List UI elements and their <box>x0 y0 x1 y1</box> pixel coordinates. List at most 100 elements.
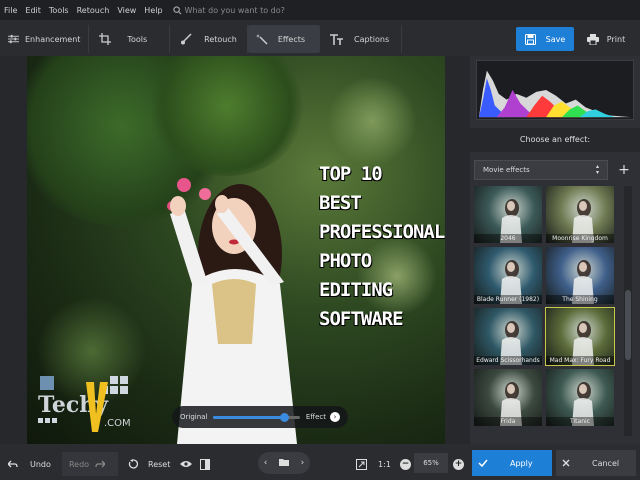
effects-grid: 2046 Moonrise Kingdom Blade Runner (1982) T… <box>474 186 615 426</box>
print-label: Print <box>606 34 626 44</box>
plus-icon: + <box>453 458 464 470</box>
tab-tools[interactable]: Tools <box>89 25 171 53</box>
tab-label: Enhancement <box>25 34 81 44</box>
tab-label: Captions <box>354 34 390 44</box>
tab-label: Effects <box>277 34 306 44</box>
text-icon <box>330 33 344 45</box>
effect-thumbnail[interactable]: Blade Runner (1982) <box>474 247 542 304</box>
zoom-level[interactable]: 65% <box>414 453 448 473</box>
tab-enhancement[interactable]: Enhancement <box>0 25 90 53</box>
zoom-in-button[interactable]: + <box>453 452 464 476</box>
apply-label: Apply <box>510 458 533 468</box>
dropdown-arrows-icon: ▴ ▾ <box>595 163 599 176</box>
effect-label: Blade Runner (1982) <box>474 295 542 304</box>
tab-captions[interactable]: Captions <box>320 25 403 53</box>
effect-thumbnail[interactable]: 2046 <box>474 186 542 243</box>
actual-size-button[interactable]: 1:1 <box>378 452 391 476</box>
image-navigation: ‹ › <box>258 452 310 474</box>
save-label: Save <box>545 34 566 44</box>
effect-thumbnail[interactable]: Frida <box>474 369 542 426</box>
menu-tools[interactable]: Tools <box>45 6 73 15</box>
menu-edit[interactable]: Edit <box>21 6 45 15</box>
effect-label: The Shining <box>546 295 614 304</box>
folder-icon[interactable] <box>279 458 289 469</box>
undo-icon <box>8 460 18 467</box>
effect-thumbnail[interactable]: Mad Max: Fury Road <box>545 307 615 366</box>
print-button[interactable]: Print <box>578 27 634 51</box>
magic-wand-icon <box>255 34 268 45</box>
canvas-area: TOP 10 BEST PROFESSIONAL PHOTO EDITING S… <box>0 56 470 444</box>
preview-eye-button[interactable] <box>180 452 198 476</box>
floppy-icon <box>524 33 536 45</box>
dropdown-value: Movie effects <box>483 166 530 174</box>
title-line: SOFTWARE <box>319 308 404 330</box>
logo-sub: .COM <box>104 418 131 429</box>
effects-scrollbar[interactable] <box>624 186 632 436</box>
plus-icon: + <box>618 162 630 178</box>
menu-help[interactable]: Help <box>140 6 166 15</box>
eye-icon <box>180 461 192 467</box>
tab-retouch[interactable]: Retouch <box>170 25 248 53</box>
fit-screen-button[interactable] <box>356 452 373 476</box>
tab-label: Retouch <box>204 34 237 44</box>
redo-button[interactable]: Redo <box>62 452 118 476</box>
effect-thumbnail[interactable]: Edward Scissorhands <box>474 308 542 365</box>
title-line: EDITING <box>319 279 393 301</box>
brush-icon <box>181 33 192 45</box>
effect-label: Moonrise Kingdom <box>546 234 614 243</box>
before-after-slider[interactable]: Original Effect › <box>172 406 348 428</box>
tab-effects[interactable]: Effects <box>247 25 321 53</box>
apply-button[interactable]: Apply <box>472 450 552 476</box>
compare-button[interactable] <box>200 452 216 476</box>
bokeh <box>327 76 417 166</box>
effect-thumbnail[interactable]: Moonrise Kingdom <box>546 186 614 243</box>
chevron-right-icon[interactable]: › <box>301 458 305 468</box>
save-button[interactable]: Save <box>516 27 574 51</box>
chevron-right-icon[interactable]: › <box>330 412 340 422</box>
tab-label: Tools <box>127 34 148 44</box>
histogram <box>476 60 634 120</box>
search-box[interactable]: What do you want to do? <box>172 5 285 15</box>
title-line: TOP 10 <box>319 163 383 185</box>
scrollbar-thumb[interactable] <box>625 290 631 360</box>
effect-category-dropdown[interactable]: Movie effects ▴ ▾ <box>474 160 608 180</box>
bottom-bar: Undo Redo Reset ‹ › 1:1 − 65% + Apply Ca… <box>0 446 640 480</box>
search-placeholder: What do you want to do? <box>184 5 285 15</box>
toolbar: Enhancement Tools Retouch Effects Captio… <box>0 22 640 56</box>
effect-thumbnail[interactable]: The Shining <box>546 247 614 304</box>
chevron-left-icon[interactable]: ‹ <box>264 458 268 468</box>
reset-label: Reset <box>148 459 171 469</box>
menu-file[interactable]: File <box>0 6 21 15</box>
slider-fill <box>213 415 285 419</box>
woman-figure <box>170 184 297 444</box>
slider-handle[interactable] <box>280 412 290 422</box>
add-effect-button[interactable]: + <box>614 160 634 180</box>
slider-track[interactable] <box>213 412 300 422</box>
close-icon <box>562 459 570 467</box>
title-line: PHOTO <box>319 250 372 272</box>
redo-label: Redo <box>68 459 90 469</box>
reset-button[interactable]: Reset <box>128 452 170 476</box>
menu-bar: File Edit Tools Retouch View Help What d… <box>0 0 640 20</box>
sliders-icon <box>8 34 19 44</box>
menu-retouch[interactable]: Retouch <box>73 6 114 15</box>
effects-panel: Choose an effect: Movie effects ▴ ▾ + 204… <box>470 56 640 444</box>
undo-button[interactable]: Undo <box>8 452 51 476</box>
redo-icon <box>95 460 106 467</box>
effect-thumbnail[interactable]: Titanic <box>546 369 614 426</box>
title-line: BEST <box>319 192 362 214</box>
effect-label: Frida <box>474 417 542 426</box>
reset-icon <box>128 459 138 469</box>
slider-original-label: Original <box>180 413 208 421</box>
photo-title-overlay: TOP 10 BEST PROFESSIONAL PHOTO EDITING S… <box>319 160 445 334</box>
effect-label: 2046 <box>474 234 542 243</box>
techy-logo: Techy .COM <box>38 376 131 432</box>
minus-icon: − <box>400 458 411 470</box>
slider-effect-label: Effect <box>305 413 326 421</box>
compare-icon <box>200 458 210 470</box>
menu-view[interactable]: View <box>113 6 140 15</box>
choose-effect-heading: Choose an effect: <box>470 128 640 152</box>
zoom-out-button[interactable]: − <box>400 452 411 476</box>
effect-label: Edward Scissorhands <box>474 356 542 365</box>
cancel-button[interactable]: Cancel <box>556 450 636 476</box>
